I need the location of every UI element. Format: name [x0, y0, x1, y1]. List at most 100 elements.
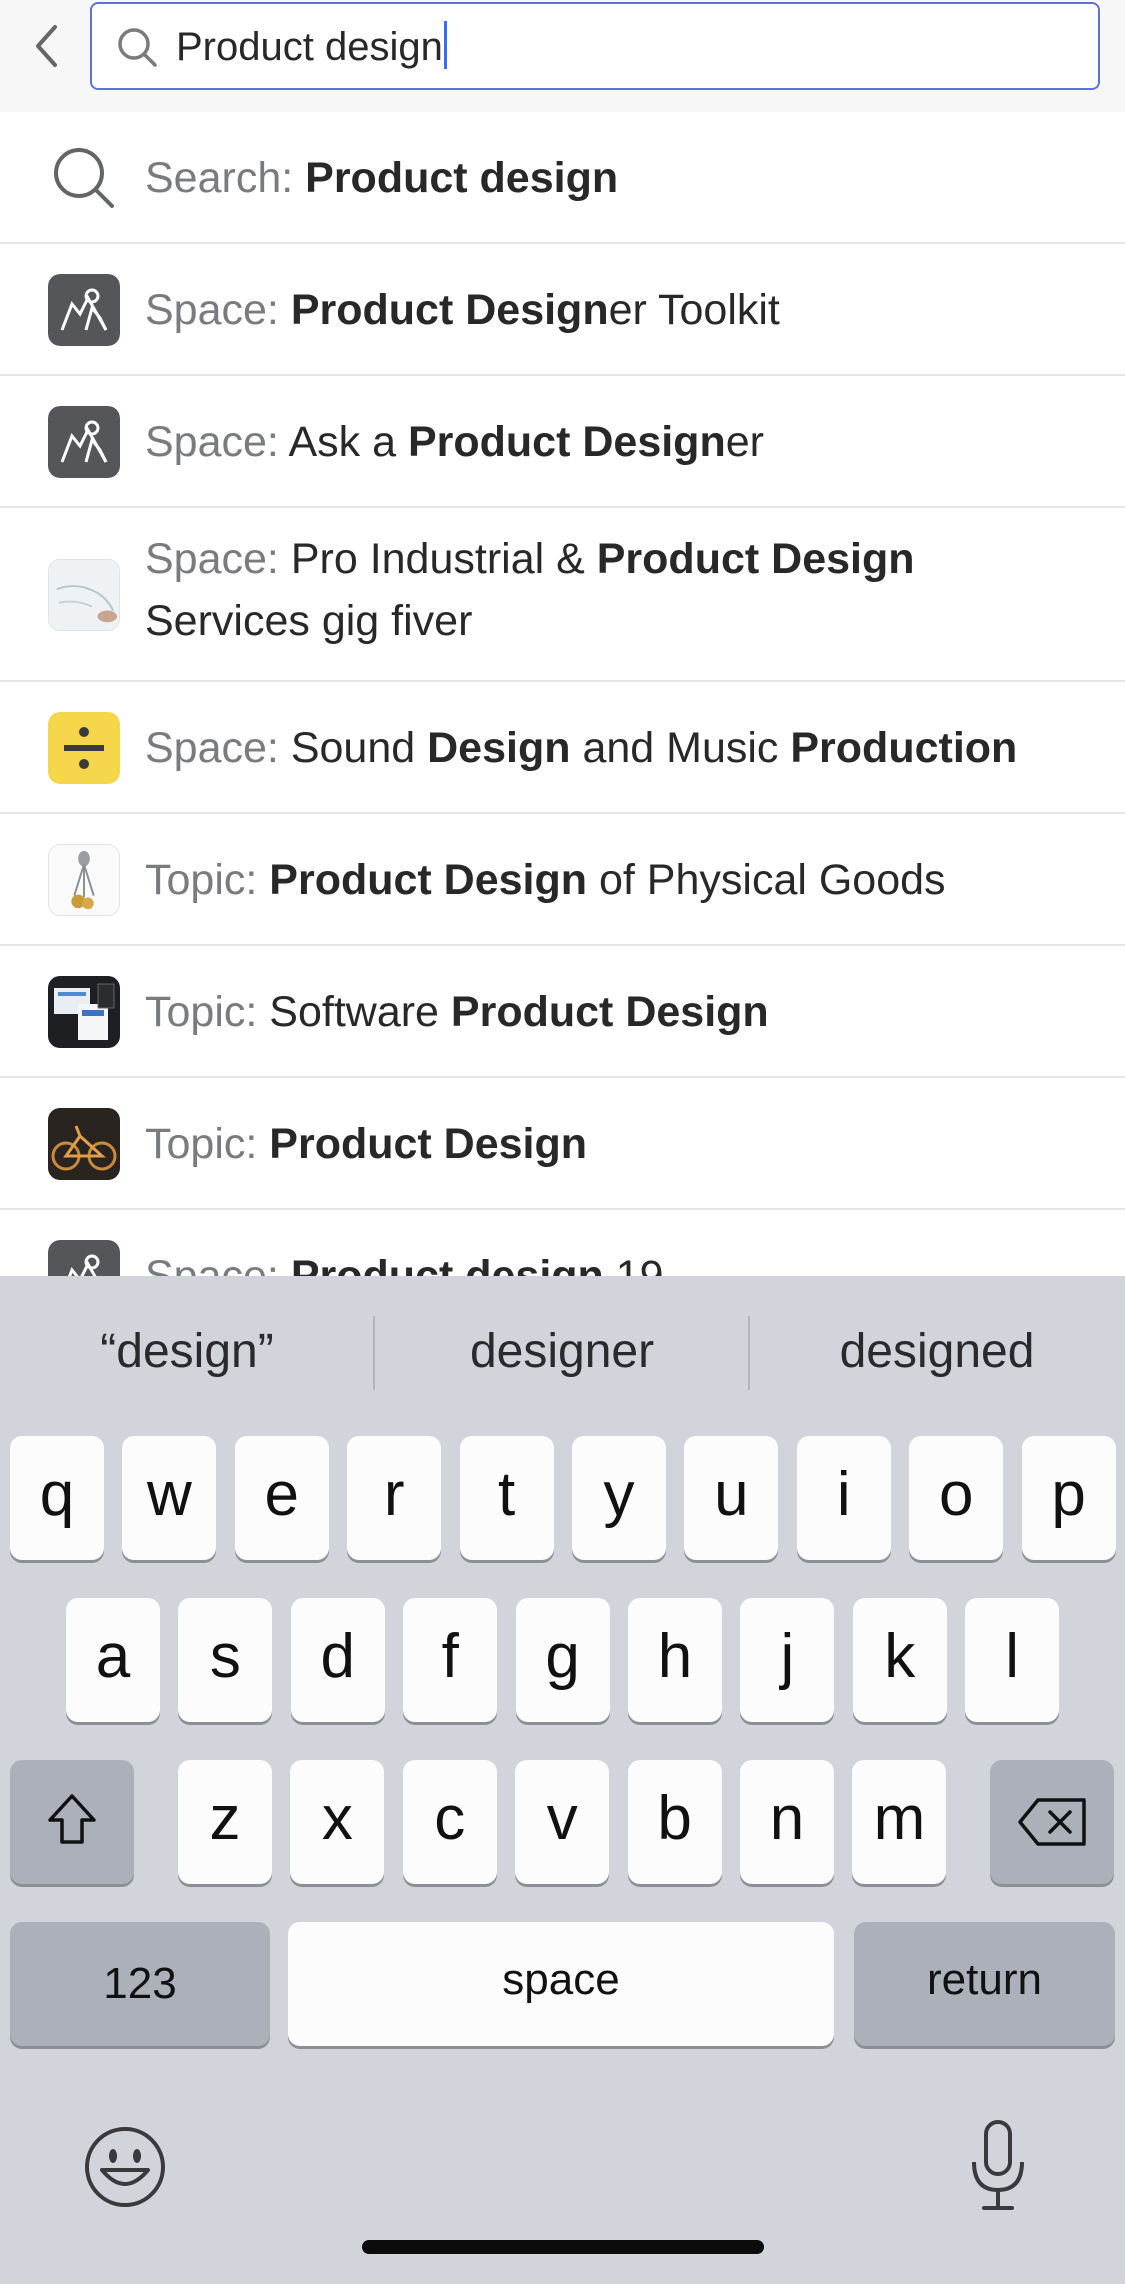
backspace-key[interactable]: [990, 1760, 1114, 1884]
result-label: Search: Product design: [145, 147, 618, 209]
emoji-button[interactable]: [82, 2124, 168, 2210]
key-b[interactable]: b: [627, 1760, 722, 1884]
result-label: Space: Ask a Product Designer: [145, 411, 764, 473]
result-label-line2: Services gig fiver: [145, 597, 473, 645]
search-input[interactable]: Product design: [90, 2, 1100, 90]
result-match-text: Production: [790, 724, 1018, 772]
result-text: Pro Industrial &: [290, 535, 597, 583]
key-n[interactable]: n: [740, 1760, 834, 1884]
space-people-icon: [48, 406, 120, 478]
devices-thumbnail-icon: [48, 976, 120, 1048]
result-match-text: Design: [427, 724, 571, 772]
result-row-space[interactable]: Space: Product Designer Toolkit: [0, 244, 1125, 376]
key-m[interactable]: m: [852, 1760, 947, 1884]
result-label: Space: Product design 19: [145, 1245, 664, 1276]
result-type-prefix: Space:: [145, 535, 291, 583]
result-match-text: Product Design: [407, 418, 726, 466]
key-y[interactable]: y: [572, 1436, 666, 1560]
key-c[interactable]: c: [402, 1760, 497, 1884]
magnifier-icon: [54, 148, 114, 208]
result-type-prefix: Topic:: [145, 988, 270, 1036]
onscreen-keyboard: “design” designer designed qwertyuiopasd…: [0, 1276, 1125, 2284]
space-key[interactable]: space: [288, 1922, 834, 2046]
result-row-topic[interactable]: Topic: Product Design of Physical Goods: [0, 814, 1125, 946]
result-text: of Physical Goods: [587, 856, 946, 904]
dictation-button[interactable]: [966, 2118, 1030, 2214]
result-row-topic[interactable]: Topic: Product Design: [0, 1078, 1125, 1210]
result-label: Topic: Product Design of Physical Goods: [145, 849, 946, 911]
search-header: Product design: [0, 0, 1125, 112]
key-p[interactable]: p: [1021, 1436, 1116, 1560]
return-key[interactable]: return: [854, 1922, 1115, 2046]
result-label: Topic: Product Design: [145, 1113, 587, 1175]
result-match-text: Product Design: [596, 535, 915, 583]
key-k[interactable]: k: [852, 1598, 947, 1722]
result-row-space[interactable]: Space: Pro Industrial & Product Design S…: [0, 508, 1125, 682]
key-x[interactable]: x: [290, 1760, 385, 1884]
result-text: and Music: [570, 724, 791, 772]
key-a[interactable]: a: [66, 1598, 160, 1722]
key-o[interactable]: o: [909, 1436, 1004, 1560]
key-h[interactable]: h: [628, 1598, 722, 1722]
sketch-thumbnail-icon: [48, 559, 120, 631]
result-text: Ask a: [288, 418, 408, 466]
result-text: Sound: [290, 724, 428, 772]
result-text: Software: [269, 988, 451, 1036]
key-z[interactable]: z: [178, 1760, 272, 1884]
key-q[interactable]: q: [10, 1436, 104, 1560]
result-type-prefix: Space:: [145, 724, 291, 772]
key-j[interactable]: j: [740, 1598, 835, 1722]
result-row-space[interactable]: Space: Product design 19: [0, 1210, 1125, 1276]
back-button[interactable]: [18, 14, 74, 78]
result-match-text: Product design: [305, 154, 619, 202]
search-results-list: Search: Product design Space: Product De…: [0, 112, 1125, 1276]
key-e[interactable]: e: [234, 1436, 329, 1560]
key-u[interactable]: u: [684, 1436, 779, 1560]
key-l[interactable]: l: [965, 1598, 1060, 1722]
key-t[interactable]: t: [459, 1436, 554, 1560]
search-icon: [118, 28, 157, 67]
result-text: er: [725, 418, 764, 466]
space-people-icon: [48, 274, 120, 346]
predictive-bar: “design” designer designed: [0, 1276, 1125, 1426]
result-match-text: Product Design: [269, 856, 588, 904]
key-i[interactable]: i: [796, 1436, 891, 1560]
result-row-space[interactable]: Space: Sound Design and Music Production: [0, 682, 1125, 814]
suggestion-designed[interactable]: designed: [750, 1304, 1124, 1400]
result-type-prefix: Space:: [145, 418, 289, 466]
result-match-text: Product design: [290, 1252, 604, 1276]
result-match-text: Product Design: [269, 1120, 588, 1168]
result-label: Space: Pro Industrial & Product Design: [145, 528, 915, 590]
key-g[interactable]: g: [515, 1598, 610, 1722]
result-text: er Toolkit: [608, 286, 780, 334]
key-r[interactable]: r: [347, 1436, 442, 1560]
search-query: Product design: [176, 4, 447, 88]
result-type-prefix: Topic:: [145, 856, 270, 904]
result-row-search[interactable]: Search: Product design: [0, 112, 1125, 244]
result-label: Space: Product Designer Toolkit: [145, 279, 780, 341]
chevron-left-icon: [36, 25, 57, 67]
key-f[interactable]: f: [403, 1598, 498, 1722]
result-row-space[interactable]: Space: Ask a Product Designer: [0, 376, 1125, 508]
result-text: 19: [603, 1252, 664, 1276]
microphone-icon: [972, 2120, 1024, 2210]
bicycle-thumbnail-icon: [48, 1108, 120, 1180]
result-type-prefix: Topic:: [145, 1120, 270, 1168]
result-label: Space: Sound Design and Music Production: [145, 717, 1017, 779]
key-s[interactable]: s: [178, 1598, 273, 1722]
suggestion-designer[interactable]: designer: [375, 1304, 749, 1400]
result-type-prefix: Search:: [145, 154, 306, 202]
result-label: Topic: Software Product Design: [145, 981, 769, 1043]
key-d[interactable]: d: [290, 1598, 385, 1722]
shift-key[interactable]: [10, 1760, 134, 1884]
key-w[interactable]: w: [122, 1436, 217, 1560]
juicer-thumbnail-icon: [48, 844, 120, 916]
result-match-text: Product Design: [450, 988, 769, 1036]
result-row-topic[interactable]: Topic: Software Product Design: [0, 946, 1125, 1078]
result-type-prefix: Space:: [145, 1252, 291, 1276]
shift-arrow-icon: [48, 1794, 96, 1844]
suggestion-quoted[interactable]: “design”: [0, 1304, 374, 1400]
key-v[interactable]: v: [515, 1760, 610, 1884]
numbers-key[interactable]: 123: [10, 1922, 270, 2046]
delete-back-icon: [1018, 1798, 1086, 1846]
